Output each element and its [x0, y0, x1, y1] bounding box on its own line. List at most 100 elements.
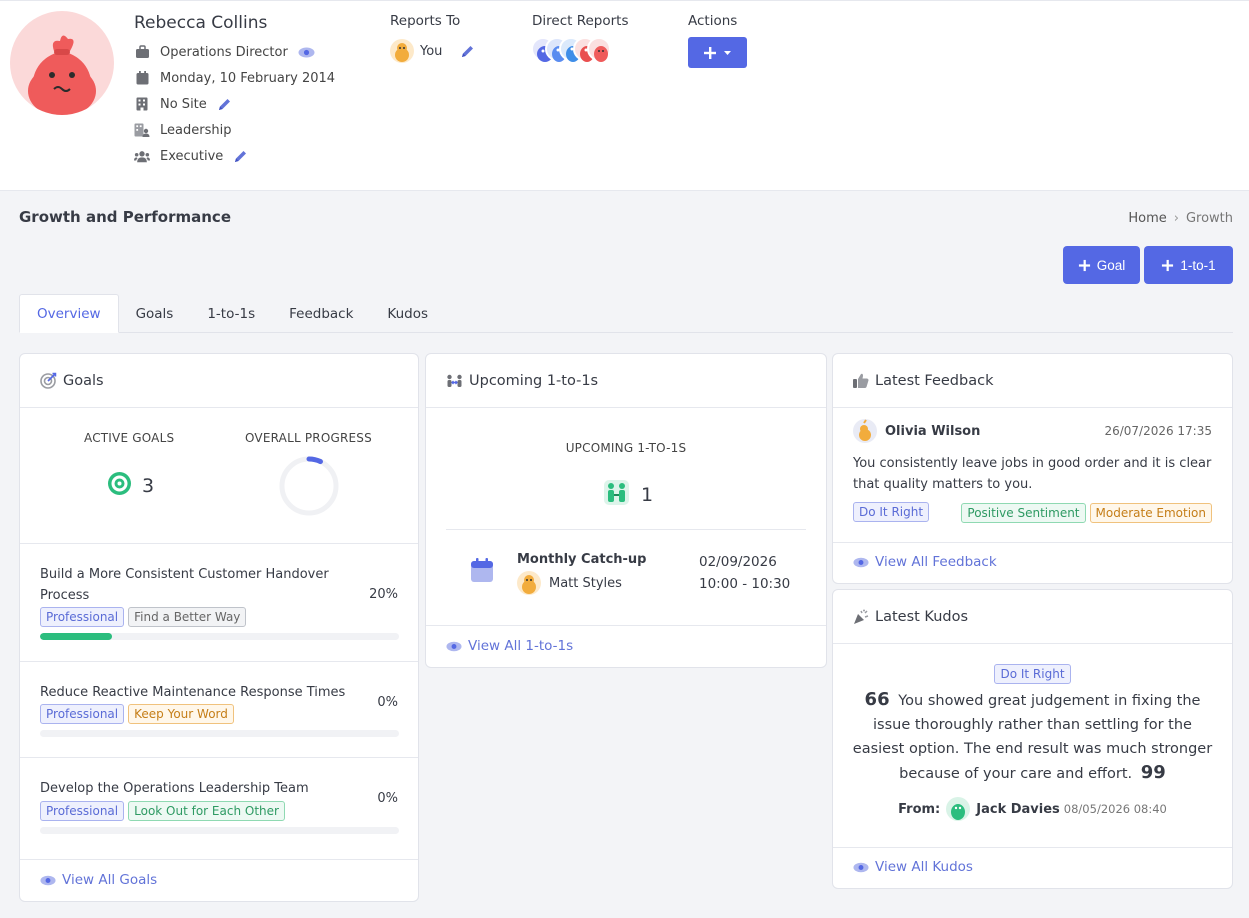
kudos-quote-line: easiest option. The end result was much …: [852, 741, 1213, 757]
meeting-date: 02/09/2026: [699, 554, 777, 570]
view-all-goals-link[interactable]: View All Goals: [40, 872, 157, 888]
active-goals-stat: 3: [107, 471, 154, 500]
tag-professional: Professional: [40, 607, 125, 627]
meeting-time: 10:00 - 10:30: [699, 576, 791, 592]
goal-title[interactable]: Reduce Reactive Maintenance Response Tim…: [40, 682, 345, 703]
thumbs-up-icon: [853, 373, 869, 388]
bullseye-icon: [107, 471, 132, 500]
goal-progress-bar: [40, 827, 399, 834]
actions-dropdown-button[interactable]: [688, 37, 747, 68]
eye-icon: [853, 557, 869, 568]
view-all-one-to-ones-label: View All 1-to-1s: [468, 638, 574, 654]
tabs: Overview Goals 1-to-1s Feedback Kudos: [19, 294, 1233, 333]
department-icon: [134, 122, 150, 138]
emotion-tag: Moderate Emotion: [1089, 503, 1212, 523]
party-popper-icon: [853, 609, 869, 625]
goal-progress-bar: [40, 633, 399, 640]
kudos-author-name: Jack Davies: [976, 801, 1060, 817]
direct-report-avatar[interactable]: [587, 37, 611, 62]
goal-row[interactable]: Reduce Reactive Maintenance Response Tim…: [20, 662, 418, 758]
add-one-to-one-button[interactable]: 1-to-1: [1144, 246, 1233, 284]
one-to-ones-card-title: Upcoming 1-to-1s: [469, 372, 599, 389]
divider: [426, 625, 826, 626]
manager-avatar: [390, 39, 414, 63]
open-quote-icon: 66: [864, 689, 890, 710]
reports-to[interactable]: You: [390, 39, 475, 63]
caret-down-icon: [724, 50, 731, 55]
edit-reports-to-pencil-icon[interactable]: [460, 44, 475, 59]
goal-title[interactable]: Develop the Operations Leadership Team: [40, 778, 309, 799]
meeting-name: Monthly Catch-up: [517, 552, 647, 567]
kudos-quote-line: issue thoroughly rather than settling fo…: [873, 717, 1192, 733]
latest-kudos-card: Latest Kudos Do It Right 66 You showed g…: [832, 589, 1233, 889]
eye-icon: [446, 641, 462, 652]
edit-site-pencil-icon[interactable]: [217, 97, 232, 112]
goal-title-line: Build a More Consistent Customer Handove…: [40, 567, 329, 582]
meeting-with: Matt Styles: [517, 571, 622, 595]
goal-percent: 0%: [377, 695, 398, 710]
goal-tags: Professional Look Out for Each Other: [40, 801, 285, 821]
start-date: Monday, 10 February 2014: [160, 70, 336, 86]
view-all-feedback-link[interactable]: View All Feedback: [853, 554, 997, 570]
divider: [833, 542, 1232, 543]
kudos-tag-wrap: Do It Right: [833, 664, 1232, 684]
goal-row[interactable]: Develop the Operations Leadership Team 0…: [20, 758, 418, 860]
plus-icon: [1078, 259, 1090, 271]
job-title: Operations Director: [160, 44, 288, 60]
group-row: Executive: [134, 146, 248, 166]
attendee-avatar: [517, 571, 541, 595]
kudos-quote-line: 66 You showed great judgement in fixing …: [833, 688, 1232, 713]
handshake-icon: [604, 480, 629, 509]
feedback-text: You consistently leave jobs in good orde…: [853, 453, 1211, 495]
kudos-author-avatar: [946, 797, 971, 821]
tab-feedback[interactable]: Feedback: [272, 294, 370, 333]
sentiment-tag: Positive Sentiment: [961, 503, 1086, 523]
tab-kudos[interactable]: Kudos: [370, 294, 445, 333]
goal-progress-fill: [40, 633, 112, 640]
tab-one-to-ones[interactable]: 1-to-1s: [190, 294, 272, 333]
calendar-icon: [134, 70, 150, 86]
goal-tags: Professional Find a Better Way: [40, 607, 247, 627]
building-icon: [134, 96, 150, 112]
direct-reports-avatars[interactable]: [531, 37, 611, 62]
feedback-author-name: Olivia Wilson: [885, 423, 981, 439]
add-one-to-one-label: 1-to-1: [1180, 257, 1216, 273]
goal-percent: 0%: [377, 791, 398, 806]
direct-reports-label: Direct Reports: [532, 13, 629, 29]
tab-overview[interactable]: Overview: [19, 294, 119, 333]
profile-header: Rebecca Collins Operations Director Mond…: [0, 0, 1249, 191]
add-goal-button[interactable]: Goal: [1063, 246, 1140, 284]
view-all-kudos-link[interactable]: View All Kudos: [853, 859, 973, 875]
goal-title[interactable]: Build a More Consistent Customer Handove…: [40, 564, 329, 606]
kudos-quote-line: because of your care and effort. 99: [833, 761, 1232, 786]
department-row: Leadership: [134, 120, 231, 140]
view-all-one-to-ones-link[interactable]: View All 1-to-1s: [446, 638, 573, 654]
kudos-card-title: Latest Kudos: [875, 608, 969, 625]
meeting-icon: [446, 374, 463, 388]
meeting-row[interactable]: Monthly Catch-up Matt Styles 02/09/2026 …: [426, 530, 826, 625]
view-all-kudos-label: View All Kudos: [875, 859, 973, 875]
breadcrumb: Home › Growth: [1128, 211, 1233, 226]
overall-progress-label: OVERALL PROGRESS: [245, 431, 372, 445]
upcoming-count: 1: [641, 483, 654, 506]
breadcrumb-home[interactable]: Home: [1128, 211, 1166, 226]
edit-group-pencil-icon[interactable]: [233, 149, 248, 164]
tag-value: Keep Your Word: [128, 704, 234, 724]
tab-goals[interactable]: Goals: [119, 294, 191, 333]
department: Leadership: [160, 122, 232, 138]
from-label: From:: [898, 801, 941, 817]
goals-card-title: Goals: [63, 372, 104, 389]
tag-value: Find a Better Way: [128, 607, 247, 627]
author-avatar: [853, 419, 877, 443]
users-icon: [134, 148, 150, 164]
start-date-row: Monday, 10 February 2014: [134, 68, 335, 88]
briefcase-icon: [134, 44, 150, 60]
site: No Site: [160, 96, 207, 112]
plus-icon: [704, 46, 716, 59]
divider: [833, 847, 1232, 848]
job-title-row: Operations Director: [134, 42, 315, 62]
chevron-right-icon: ›: [1173, 211, 1179, 226]
goal-row[interactable]: Build a More Consistent Customer Handove…: [20, 544, 418, 662]
plus-icon: [1162, 259, 1174, 271]
eye-icon[interactable]: [298, 47, 315, 58]
